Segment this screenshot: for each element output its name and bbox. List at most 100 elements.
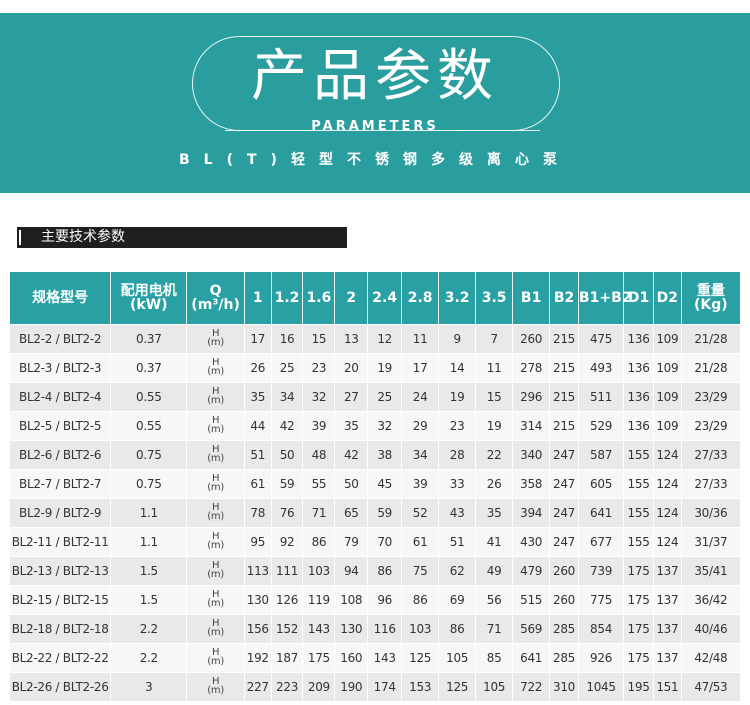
cell-d1: 155 bbox=[623, 526, 654, 556]
cell-b2: 247 bbox=[549, 497, 579, 527]
cell-head-value: 111 bbox=[270, 555, 303, 585]
cell-model: BL2-26 / BLT2-26 bbox=[10, 671, 111, 701]
cell-b1: 722 bbox=[512, 671, 550, 701]
cell-d1: 175 bbox=[623, 613, 654, 643]
cell-model: BL2-18 / BLT2-18 bbox=[10, 613, 111, 643]
cell-model: BL2-22 / BLT2-22 bbox=[10, 642, 111, 672]
cell-head-value: 35 bbox=[243, 381, 272, 411]
cell-head-value: 227 bbox=[243, 671, 272, 701]
cell-head-value: 32 bbox=[367, 410, 402, 440]
cell-head-value: 27 bbox=[334, 381, 368, 411]
cell-model: BL2-2 / BLT2-2 bbox=[10, 323, 111, 353]
cell-weight: 36/42 bbox=[680, 584, 740, 614]
cell-head-value: 190 bbox=[334, 671, 368, 701]
section-title: 主要技术参数 bbox=[41, 229, 125, 245]
cell-b1: 394 bbox=[512, 497, 550, 527]
table-row: BL2-3 / BLT2-3 0.37 H (m) 26 25 23 20 19 17 14 11 27… bbox=[10, 352, 740, 382]
cell-head-value: 13 bbox=[334, 323, 368, 353]
cell-head-value: 19 bbox=[367, 352, 402, 382]
cell-b2: 215 bbox=[549, 352, 579, 382]
cell-b1b2: 493 bbox=[577, 352, 624, 382]
cell-d2: 137 bbox=[652, 584, 682, 614]
cell-b2: 215 bbox=[549, 381, 579, 411]
cell-head-value: 156 bbox=[243, 613, 272, 643]
cell-d2: 124 bbox=[652, 439, 682, 469]
cell-head-value: 69 bbox=[438, 584, 476, 614]
cell-head-value: 126 bbox=[270, 584, 303, 614]
cell-head-value: 7 bbox=[475, 323, 513, 353]
col-b1: B1 bbox=[512, 272, 550, 324]
cell-head-value: 143 bbox=[302, 613, 335, 643]
cell-weight: 35/41 bbox=[680, 555, 740, 585]
cell-motor-kw: 0.55 bbox=[110, 410, 187, 440]
cell-head-value: 86 bbox=[401, 584, 439, 614]
cell-head-value: 35 bbox=[334, 410, 368, 440]
col-d2: D2 bbox=[652, 272, 682, 324]
cell-head-value: 70 bbox=[367, 526, 402, 556]
cell-head-value: 113 bbox=[243, 555, 272, 585]
cell-motor-kw: 0.37 bbox=[110, 352, 187, 382]
cell-d1: 195 bbox=[623, 671, 654, 701]
table-row: BL2-4 / BLT2-4 0.55 H (m) 35 34 32 27 25 24 19 15 29… bbox=[10, 381, 740, 411]
cell-d1: 136 bbox=[623, 323, 654, 353]
cell-head-value: 130 bbox=[243, 584, 272, 614]
spec-table-container: 规格型号 配用电机 (kW) Q (m³/h) 1 1.2 1.6 2 2.4 2.… bbox=[10, 272, 740, 701]
cell-head-value: 105 bbox=[438, 642, 476, 672]
cell-head-value: 52 bbox=[401, 497, 439, 527]
cell-head-value: 29 bbox=[401, 410, 439, 440]
col-b1b2: B1+B2 bbox=[577, 272, 631, 324]
cell-head-value: 44 bbox=[243, 410, 272, 440]
cell-b1: 479 bbox=[512, 555, 550, 585]
cell-head-value: 20 bbox=[334, 352, 368, 382]
cell-head-value: 61 bbox=[243, 468, 272, 498]
head-unit-label: (m) bbox=[207, 685, 224, 697]
cell-d2: 151 bbox=[652, 671, 682, 701]
cell-head-value: 108 bbox=[334, 584, 368, 614]
head-unit-label: (m) bbox=[207, 569, 224, 580]
cell-b2: 247 bbox=[549, 439, 579, 469]
cell-head-value: 22 bbox=[475, 439, 513, 469]
cell-head-value: 160 bbox=[334, 642, 368, 672]
cell-head-value: 33 bbox=[438, 468, 476, 498]
cell-head-value: 71 bbox=[302, 497, 335, 527]
head-unit-label: (m) bbox=[207, 337, 224, 348]
cell-model: BL2-4 / BLT2-4 bbox=[10, 381, 111, 411]
cell-d1: 175 bbox=[623, 584, 654, 614]
cell-head-value: 103 bbox=[401, 613, 439, 643]
cell-head-value: 48 bbox=[302, 439, 335, 469]
table-row: BL2-6 / BLT2-6 0.75 H (m) 51 50 48 42 38 34 28 22 34… bbox=[10, 439, 740, 469]
cell-head-value: 25 bbox=[270, 352, 303, 382]
cell-head-value: 96 bbox=[367, 584, 402, 614]
cell-head-value: 76 bbox=[270, 497, 303, 527]
cell-b2: 310 bbox=[549, 671, 579, 701]
cell-d2: 109 bbox=[652, 323, 682, 353]
cell-head-value: 49 bbox=[475, 555, 513, 585]
cell-b2: 260 bbox=[549, 555, 579, 585]
table-header-row: 规格型号 配用电机 (kW) Q (m³/h) 1 1.2 1.6 2 2.4 2.… bbox=[10, 272, 740, 324]
head-unit-label: (m) bbox=[207, 511, 224, 522]
cell-head-value: 175 bbox=[302, 642, 335, 672]
cell-b1: 430 bbox=[512, 526, 550, 556]
subtitle-rule-right bbox=[455, 130, 540, 131]
section-marker bbox=[19, 230, 21, 245]
cell-b1: 641 bbox=[512, 642, 550, 672]
cell-head-value: 25 bbox=[367, 381, 402, 411]
cell-b1: 569 bbox=[512, 613, 550, 643]
cell-head-unit: H (m) bbox=[186, 497, 245, 527]
cell-head-value: 75 bbox=[401, 555, 439, 585]
cell-head-value: 86 bbox=[367, 555, 402, 585]
table-row: BL2-9 / BLT2-9 1.1 H (m) 78 76 71 65 59 52 43 35 394… bbox=[10, 497, 740, 527]
cell-model: BL2-3 / BLT2-3 bbox=[10, 352, 111, 382]
cell-d1: 175 bbox=[623, 555, 654, 585]
cell-d2: 109 bbox=[652, 410, 682, 440]
head-unit-label: (m) bbox=[207, 424, 224, 435]
header-banner: 产品参数 PARAMETERS BL(T)轻型不锈钢多级离心泵 bbox=[0, 13, 750, 193]
cell-b2: 215 bbox=[549, 323, 579, 353]
cell-model: BL2-13 / BLT2-13 bbox=[10, 555, 111, 585]
cell-b2: 285 bbox=[549, 642, 579, 672]
cell-head-value: 78 bbox=[243, 497, 272, 527]
cell-head-value: 125 bbox=[401, 642, 439, 672]
spec-table: 规格型号 配用电机 (kW) Q (m³/h) 1 1.2 1.6 2 2.4 2.… bbox=[10, 272, 740, 701]
cell-head-value: 34 bbox=[270, 381, 303, 411]
cell-head-value: 92 bbox=[270, 526, 303, 556]
